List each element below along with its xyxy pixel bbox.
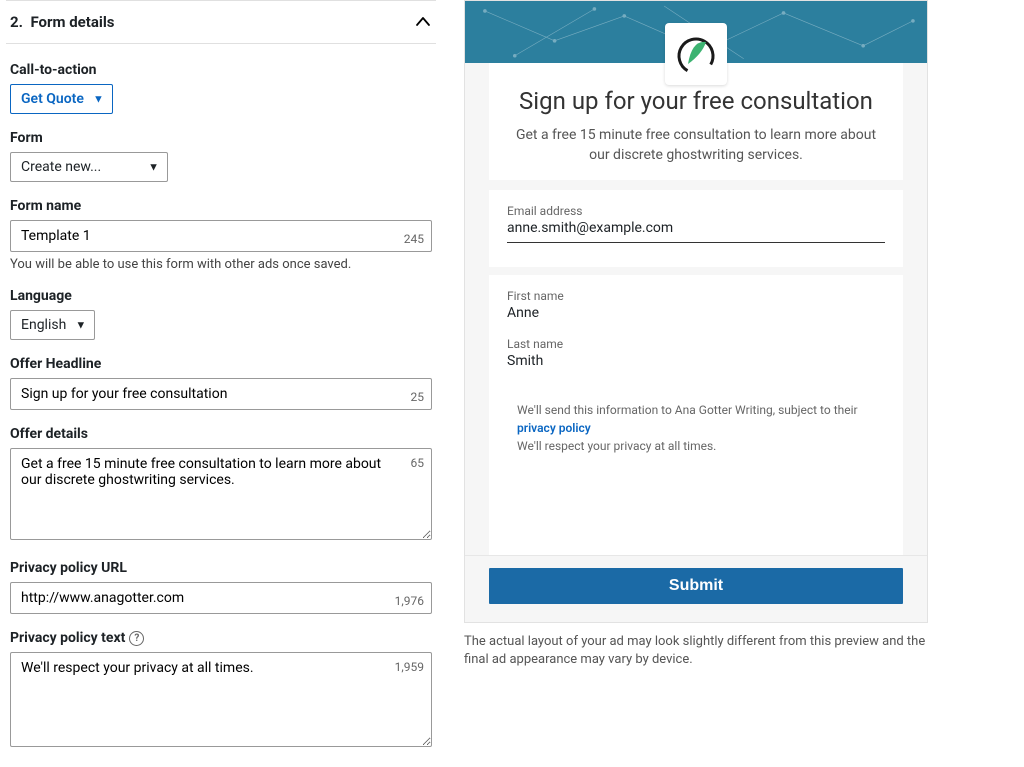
details-label: Offer details [10,426,432,442]
form-name-input[interactable] [10,220,432,252]
chevron-up-icon[interactable] [414,13,432,31]
headline-input[interactable] [10,378,432,410]
headline-label: Offer Headline [10,356,432,372]
preview-headline: Sign up for your free consultation [515,87,877,115]
preview-last-label: Last name [507,337,885,351]
preview-last-value: Smith [507,353,885,375]
section-header[interactable]: 2. Form details [6,0,436,44]
form-name-hint: You will be able to use this form with o… [10,257,432,272]
privacy-url-input[interactable] [10,582,432,614]
preview-privacy-link[interactable]: privacy policy [517,421,591,435]
preview-submit-button[interactable]: Submit [489,568,903,604]
form-label: Form [10,130,432,146]
preview-consent-text: We'll send this information to Ana Gotte… [517,403,858,417]
details-textarea[interactable] [10,448,432,540]
caret-down-icon: ▼ [93,93,104,106]
privacy-url-label: Privacy policy URL [10,560,432,576]
preview-first-label: First name [507,289,885,303]
headline-counter: 25 [411,390,425,404]
preview-sub: Get a free 15 minute free consultation t… [515,125,877,166]
language-label: Language [10,288,432,304]
section-number: 2. [10,13,23,31]
ad-preview: Sign up for your free consultation Get a… [464,0,928,623]
language-select[interactable]: English ▼ [10,310,95,340]
section-title: Form details [30,13,114,31]
privacy-url-counter: 1,976 [395,594,424,608]
privacy-text-counter: 1,959 [395,660,424,674]
advertiser-logo [665,23,727,85]
form-select[interactable]: Create new... ▼ [10,152,168,182]
preview-email-label: Email address [507,204,885,218]
preview-disclaimer: The actual layout of your ad may look sl… [464,633,928,671]
caret-down-icon: ▼ [75,319,86,332]
preview-first-value: Anne [507,305,885,327]
details-counter: 65 [411,456,425,470]
privacy-text-textarea[interactable] [10,652,432,747]
form-name-counter: 245 [404,232,424,246]
privacy-text-label: Privacy policy text [10,630,125,646]
help-icon[interactable]: ? [129,631,144,646]
form-name-label: Form name [10,198,432,214]
preview-email-value: anne.smith@example.com [507,220,885,243]
cta-label: Call-to-action [10,62,432,78]
caret-down-icon: ▼ [148,161,159,174]
cta-select[interactable]: Get Quote ▼ [10,84,113,114]
preview-consent-custom: We'll respect your privacy at all times. [517,439,716,453]
